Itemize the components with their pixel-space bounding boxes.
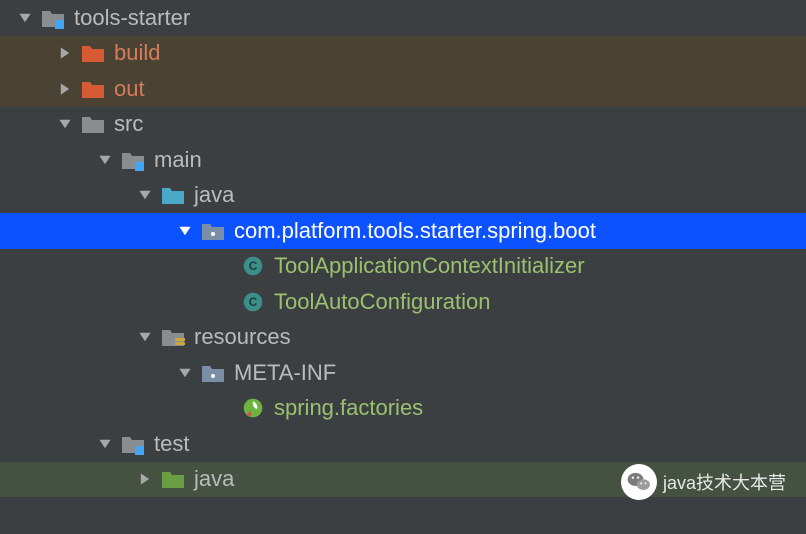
tree-row-factories[interactable]: spring.factories [0,391,806,427]
tree-row-class1[interactable]: C ToolApplicationContextInitializer [0,249,806,285]
tree-label: resources [194,324,291,350]
tree-row-resources[interactable]: resources [0,320,806,356]
expand-arrow-icon[interactable] [134,184,156,206]
class-icon: C [240,289,266,315]
tree-label: out [114,76,145,102]
wechat-icon [621,464,657,500]
expand-arrow-icon[interactable] [54,113,76,135]
resources-folder-icon [160,324,186,350]
tree-label: com.platform.tools.starter.spring.boot [234,218,596,244]
tree-row-out[interactable]: out [0,71,806,107]
class-icon: C [240,253,266,279]
expand-arrow-icon[interactable] [174,362,196,384]
expand-arrow-icon[interactable] [94,149,116,171]
tree-row-src[interactable]: src [0,107,806,143]
tree-label: tools-starter [74,5,190,31]
tree-label: java [194,182,234,208]
tree-label: test [154,431,189,457]
watermark: java技术大本营 [621,464,786,500]
tree-row-metainf[interactable]: META-INF [0,355,806,391]
tree-row-build[interactable]: build [0,36,806,72]
expand-arrow-icon[interactable] [174,220,196,242]
expand-arrow-icon[interactable] [134,326,156,348]
package-icon [200,218,226,244]
excluded-folder-icon [80,40,106,66]
watermark-text: java技术大本营 [663,469,786,495]
module-folder-icon [120,431,146,457]
test-source-folder-icon [160,466,186,492]
tree-label: java [194,466,234,492]
collapsed-arrow-icon[interactable] [54,78,76,100]
expand-arrow-icon[interactable] [94,433,116,455]
tree-label: spring.factories [274,395,423,421]
collapsed-arrow-icon[interactable] [134,468,156,490]
tree-label: ToolAutoConfiguration [274,289,490,315]
excluded-folder-icon [80,76,106,102]
svg-text:C: C [249,259,258,273]
collapsed-arrow-icon[interactable] [54,42,76,64]
source-folder-icon [160,182,186,208]
folder-icon [80,111,106,137]
package-icon [200,360,226,386]
tree-row-test[interactable]: test [0,426,806,462]
tree-label: build [114,40,160,66]
tree-label: main [154,147,202,173]
module-folder-icon [40,5,66,31]
tree-row-package[interactable]: com.platform.tools.starter.spring.boot [0,213,806,249]
tree-label: META-INF [234,360,336,386]
tree-label: src [114,111,143,137]
tree-label: ToolApplicationContextInitializer [274,253,585,279]
module-folder-icon [120,147,146,173]
tree-row-java-main[interactable]: java [0,178,806,214]
tree-row-root[interactable]: tools-starter [0,0,806,36]
tree-row-class2[interactable]: C ToolAutoConfiguration [0,284,806,320]
svg-text:C: C [249,295,258,309]
spring-file-icon [240,395,266,421]
expand-arrow-icon[interactable] [14,7,36,29]
tree-row-main[interactable]: main [0,142,806,178]
